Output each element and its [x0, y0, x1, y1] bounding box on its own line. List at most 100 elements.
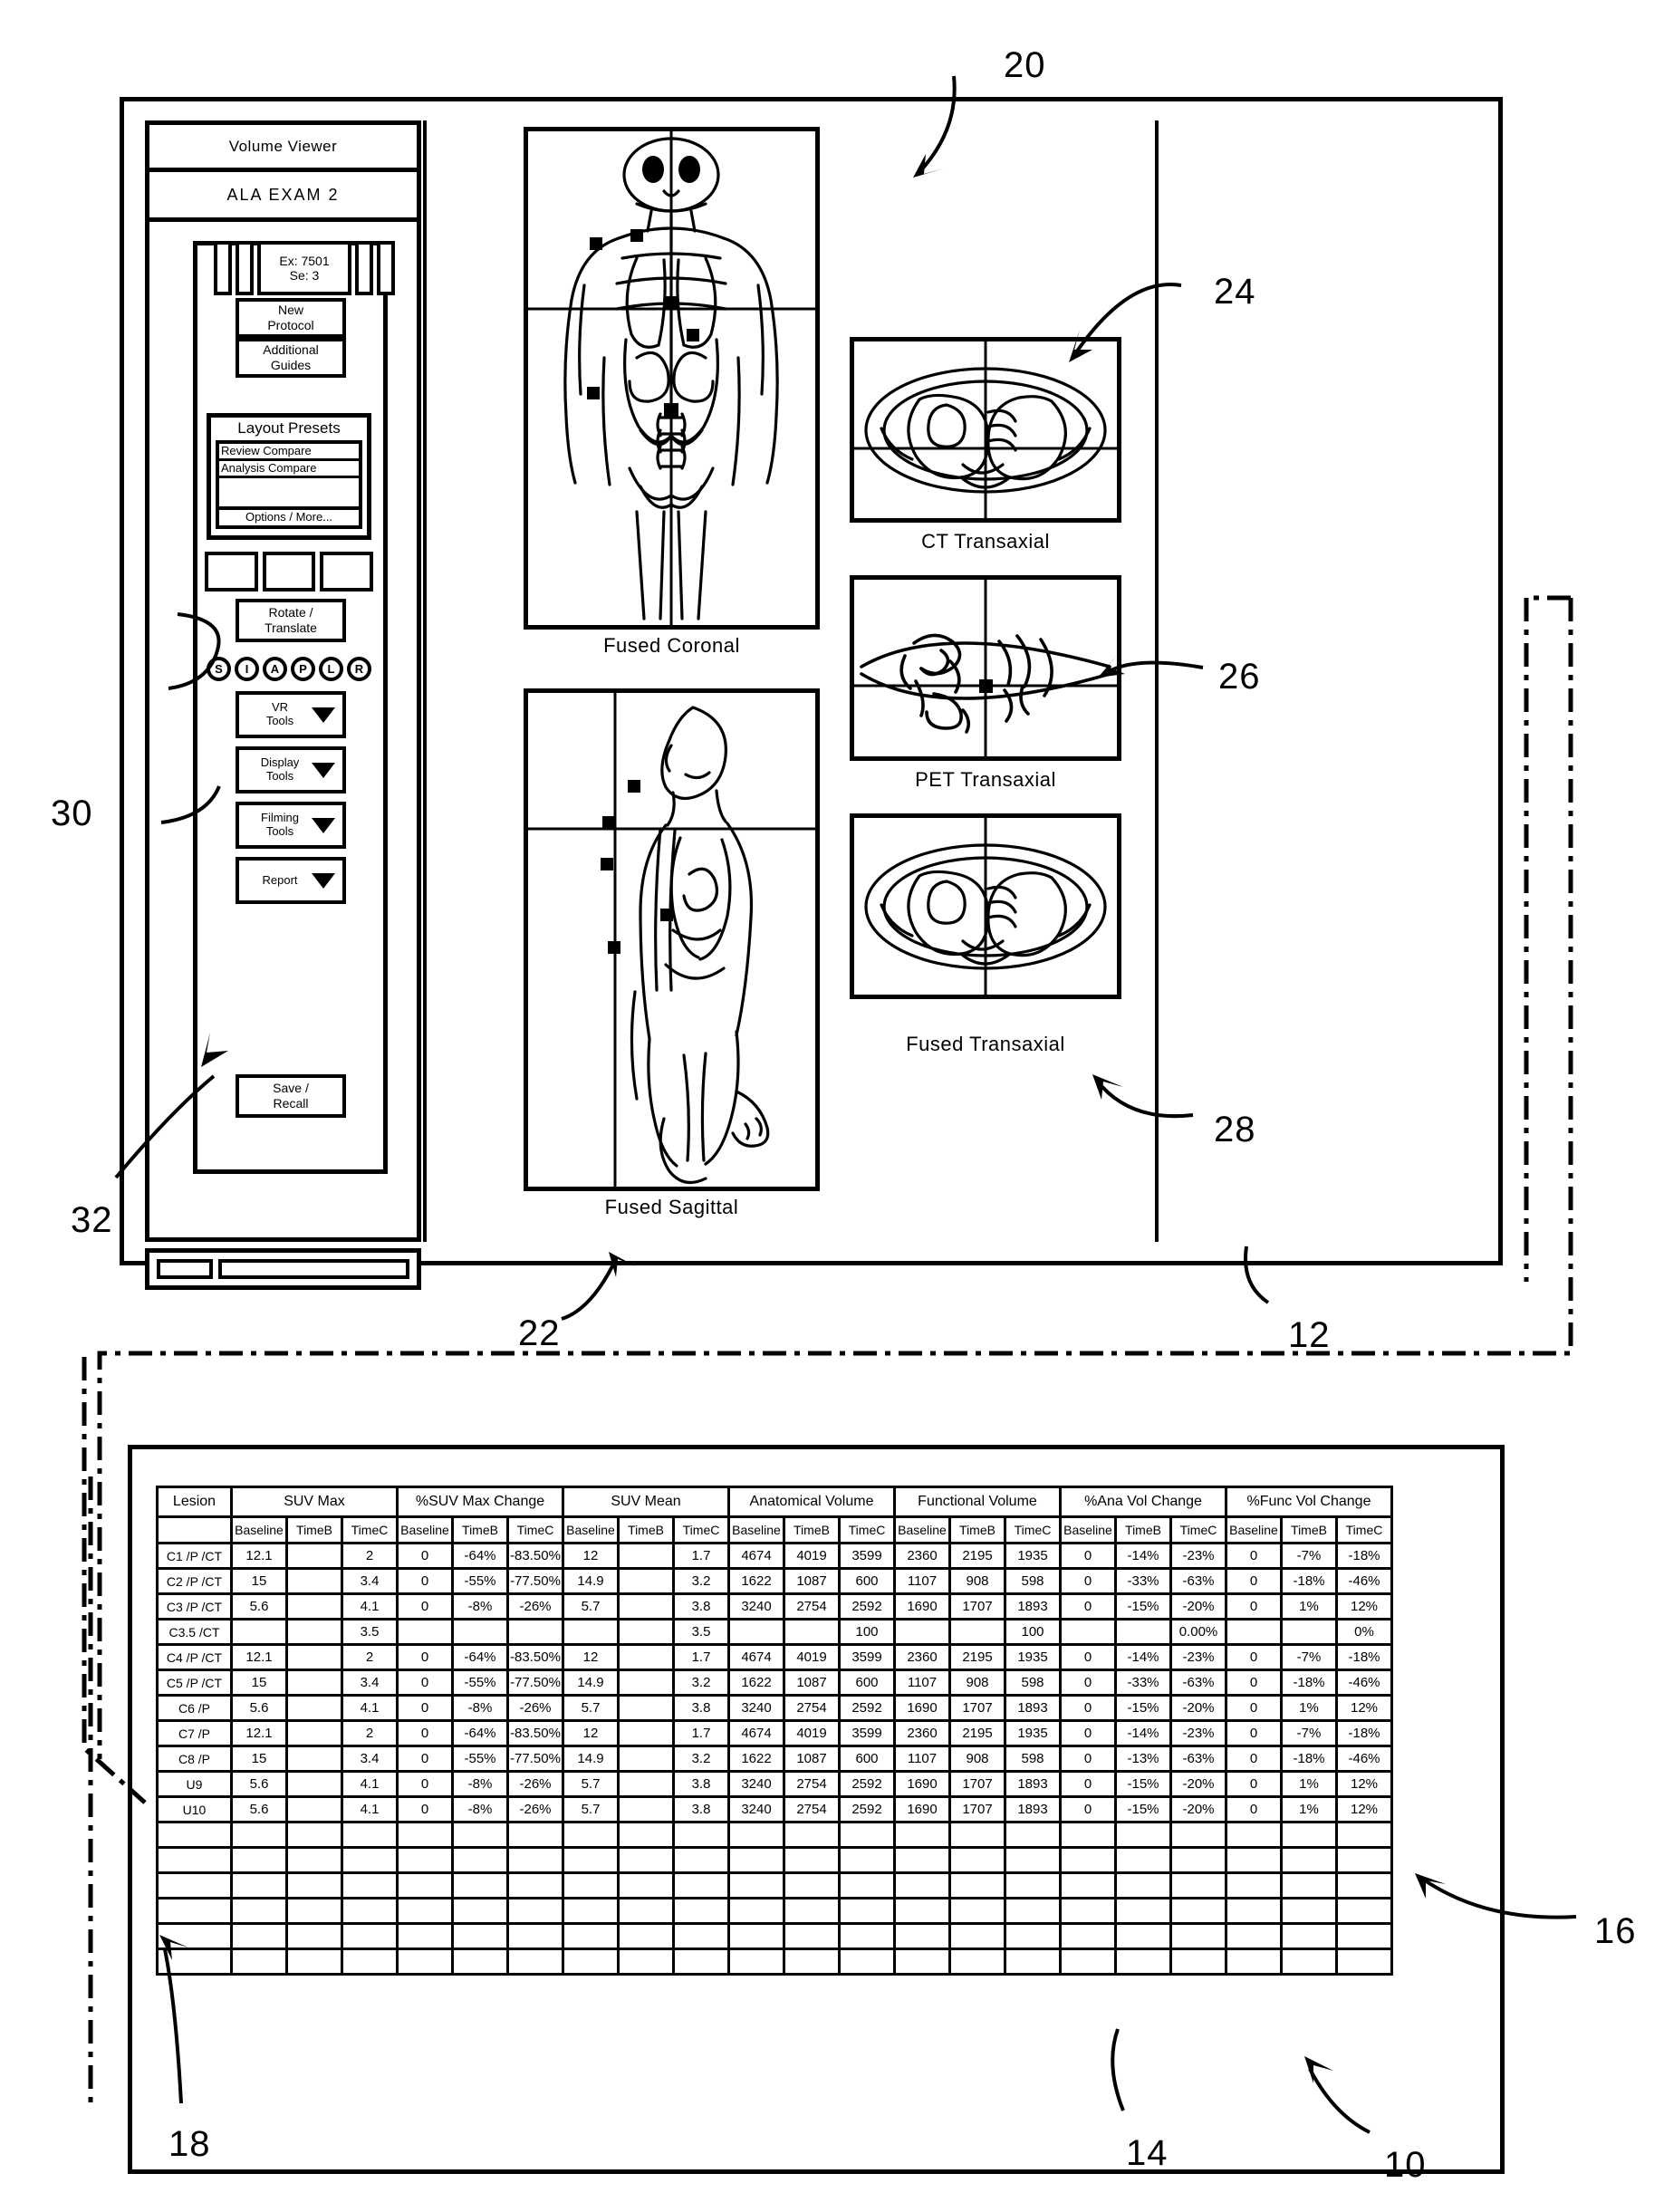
table-row[interactable]	[156, 1871, 1393, 1899]
table-cell[interactable]: 1707	[948, 1592, 1006, 1621]
table-cell[interactable]: 0	[1225, 1719, 1283, 1747]
table-cell[interactable]: -33%	[1114, 1669, 1172, 1697]
lesion-results-table[interactable]: Lesion SUV Max %SUV Max Change SUV Mean Anat…	[156, 1486, 1393, 1976]
table-cell[interactable]: 100	[838, 1618, 896, 1646]
table-cell[interactable]	[893, 1821, 951, 1849]
table-cell[interactable]	[506, 1897, 564, 1925]
table-cell[interactable]: 1107	[893, 1669, 951, 1697]
blank-button-row[interactable]	[205, 552, 374, 591]
layout-preset-analysis-compare[interactable]: Analysis Compare	[219, 460, 359, 479]
table-cell[interactable]: 2	[341, 1643, 399, 1671]
table-cell[interactable]	[1114, 1618, 1172, 1646]
table-cell[interactable]: 14.9	[562, 1745, 620, 1773]
table-cell[interactable]	[1059, 1948, 1117, 1976]
table-cell[interactable]	[506, 1871, 564, 1899]
table-cell[interactable]: -14%	[1114, 1719, 1172, 1747]
table-cell[interactable]	[396, 1618, 454, 1646]
table-cell[interactable]	[396, 1871, 454, 1899]
table-cell[interactable]: 0	[1059, 1643, 1117, 1671]
layout-presets-list[interactable]: Review Compare Analysis Compare Options …	[216, 439, 362, 529]
table-cell[interactable]: 1690	[893, 1795, 951, 1823]
table-cell[interactable]	[617, 1618, 675, 1646]
table-cell[interactable]: 1107	[893, 1745, 951, 1773]
table-cell[interactable]	[672, 1897, 730, 1925]
table-cell[interactable]	[617, 1821, 675, 1849]
table-cell[interactable]	[285, 1821, 343, 1849]
table-cell[interactable]	[1114, 1871, 1172, 1899]
table-cell[interactable]	[838, 1922, 896, 1950]
table-cell[interactable]: 0	[1225, 1542, 1283, 1570]
table-row[interactable]	[156, 1821, 1393, 1849]
table-cell[interactable]: -20%	[1169, 1795, 1227, 1823]
table-cell[interactable]: 14.9	[562, 1669, 620, 1697]
table-cell[interactable]: 4019	[783, 1643, 841, 1671]
table-cell[interactable]: 2360	[893, 1643, 951, 1671]
table-cell[interactable]: -23%	[1169, 1719, 1227, 1747]
table-cell[interactable]: -46%	[1335, 1669, 1393, 1697]
table-cell[interactable]	[617, 1669, 675, 1697]
table-cell[interactable]: -77.50%	[506, 1669, 564, 1697]
table-cell[interactable]	[1114, 1922, 1172, 1950]
series-thumbnail-strip[interactable]: Ex: 7501 Se: 3	[214, 241, 395, 295]
table-cell[interactable]: 3240	[727, 1694, 785, 1722]
table-cell[interactable]: 3.4	[341, 1745, 399, 1773]
table-cell[interactable]: 5.6	[230, 1694, 288, 1722]
table-cell[interactable]: -77.50%	[506, 1567, 564, 1595]
table-cell[interactable]	[451, 1846, 509, 1874]
table-cell[interactable]: -63%	[1169, 1567, 1227, 1595]
table-cell[interactable]: 598	[1004, 1669, 1062, 1697]
table-cell[interactable]	[1280, 1821, 1338, 1849]
table-cell[interactable]	[727, 1948, 785, 1976]
table-cell[interactable]: 12%	[1335, 1694, 1393, 1722]
table-cell[interactable]	[285, 1846, 343, 1874]
table-cell[interactable]	[1004, 1948, 1062, 1976]
table-cell[interactable]	[617, 1643, 675, 1671]
filming-tools-dropdown[interactable]: Filming Tools	[236, 802, 346, 849]
table-cell[interactable]: 15	[230, 1745, 288, 1773]
table-cell[interactable]: 1893	[1004, 1770, 1062, 1798]
table-cell[interactable]: 3.5	[341, 1618, 399, 1646]
table-cell[interactable]: 1622	[727, 1567, 785, 1595]
table-row[interactable]	[156, 1922, 1393, 1950]
table-cell[interactable]	[893, 1618, 951, 1646]
table-cell[interactable]: -14%	[1114, 1643, 1172, 1671]
table-cell[interactable]	[1225, 1948, 1283, 1976]
table-cell[interactable]: 1690	[893, 1694, 951, 1722]
table-cell[interactable]: 0.00%	[1169, 1618, 1227, 1646]
table-cell[interactable]: -20%	[1169, 1592, 1227, 1621]
table-cell[interactable]	[1225, 1871, 1283, 1899]
table-cell[interactable]: 3.2	[672, 1567, 730, 1595]
table-cell[interactable]	[1004, 1871, 1062, 1899]
table-cell[interactable]: 1.7	[672, 1643, 730, 1671]
table-cell[interactable]	[451, 1871, 509, 1899]
table-cell[interactable]	[341, 1897, 399, 1925]
table-cell[interactable]	[1059, 1846, 1117, 1874]
additional-guides-button[interactable]: Additional Guides	[236, 338, 346, 378]
table-cell[interactable]: 600	[838, 1567, 896, 1595]
table-cell[interactable]: 2592	[838, 1795, 896, 1823]
table-cell[interactable]	[285, 1719, 343, 1747]
table-cell[interactable]	[285, 1567, 343, 1595]
table-cell[interactable]	[838, 1821, 896, 1849]
table-cell[interactable]	[838, 1948, 896, 1976]
table-cell[interactable]	[285, 1770, 343, 1798]
table-row[interactable]: C4 /P /CT 12.1 2 0 -64% -83.50% 12 1.7 4674 4019 3…	[156, 1643, 1393, 1671]
table-cell[interactable]	[506, 1922, 564, 1950]
table-cell[interactable]: 1087	[783, 1669, 841, 1697]
table-cell[interactable]: -7%	[1280, 1719, 1338, 1747]
table-cell[interactable]	[562, 1871, 620, 1899]
table-cell[interactable]: 4674	[727, 1643, 785, 1671]
table-cell[interactable]: 1707	[948, 1795, 1006, 1823]
orientation-orb-s[interactable]: S	[207, 656, 231, 681]
table-cell[interactable]: 0	[1225, 1795, 1283, 1823]
orientation-orb-i[interactable]: I	[235, 656, 259, 681]
table-cell[interactable]: 1935	[1004, 1719, 1062, 1747]
table-cell[interactable]: 1.7	[672, 1719, 730, 1747]
table-cell[interactable]	[727, 1846, 785, 1874]
table-cell[interactable]	[285, 1871, 343, 1899]
table-cell[interactable]: 1%	[1280, 1694, 1338, 1722]
table-cell[interactable]: 0	[1059, 1770, 1117, 1798]
table-row[interactable]: C3 /P /CT 5.6 4.1 0 -8% -26% 5.7 3.8 3240 2754 259…	[156, 1592, 1393, 1621]
table-cell[interactable]: -7%	[1280, 1542, 1338, 1570]
table-cell[interactable]: 1%	[1280, 1795, 1338, 1823]
